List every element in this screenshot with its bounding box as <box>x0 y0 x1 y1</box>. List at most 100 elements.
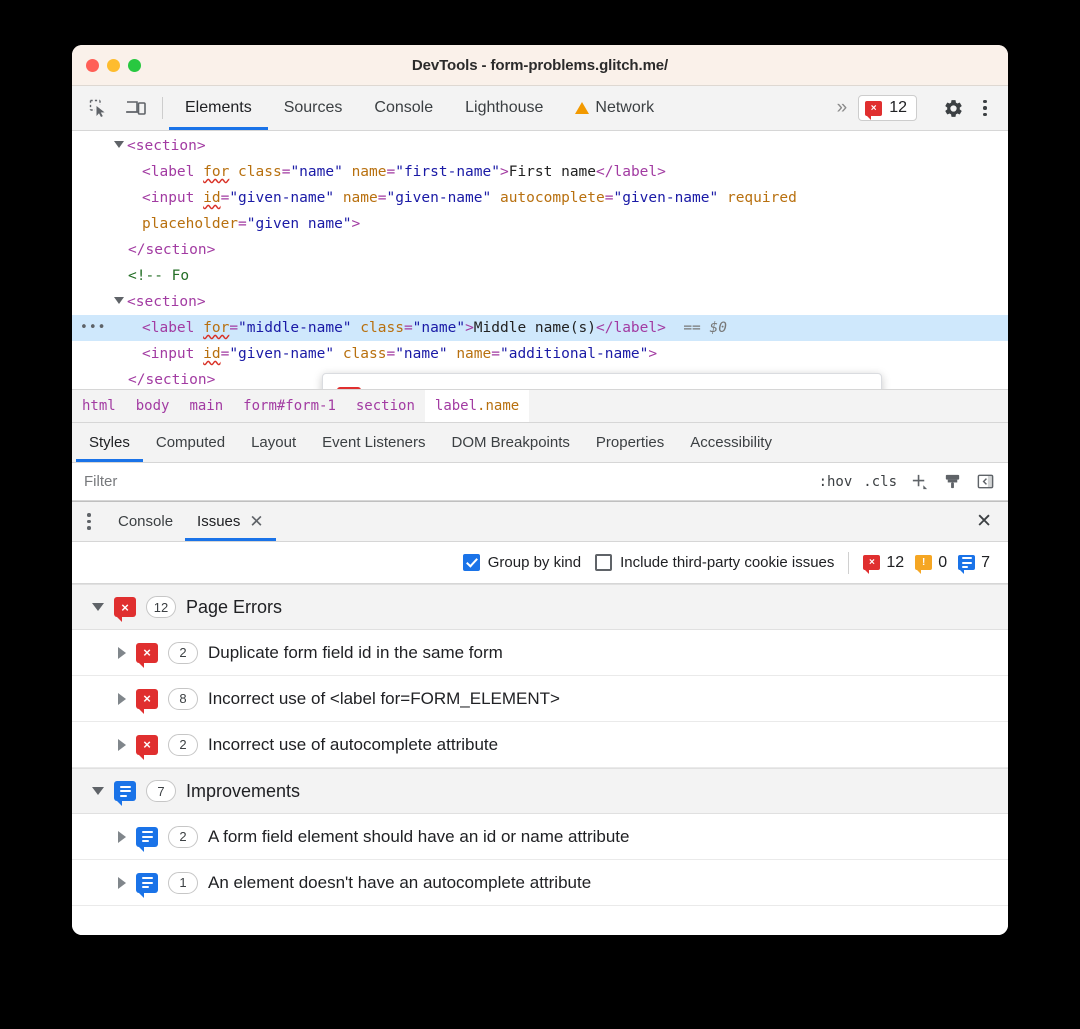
gear-icon[interactable] <box>938 93 968 123</box>
issue-item-form-field-id-or-name[interactable]: 2A form field element should have an id … <box>72 814 1008 860</box>
dom-token-val: "given-name" <box>386 190 491 206</box>
issue-item-missing-autocomplete[interactable]: 1An element doesn't have an autocomplete… <box>72 860 1008 906</box>
close-issues-tab-icon[interactable]: ✕ <box>249 513 263 530</box>
error-bubble-icon-small: × <box>863 555 880 570</box>
tab-console[interactable]: Console <box>358 86 449 130</box>
line-input-given-name[interactable]: <input id="given-name" name="given-name"… <box>72 185 1008 211</box>
line-input-placeholder[interactable]: placeholder="given name"> <box>72 211 1008 237</box>
group-by-kind-label: Group by kind <box>488 554 581 571</box>
tab-elements[interactable]: Elements <box>169 86 268 130</box>
caret-down-icon[interactable] <box>92 603 104 611</box>
tab-properties[interactable]: Properties <box>583 423 677 462</box>
dom-token-attr: class <box>360 320 404 336</box>
dom-token-tag <box>229 164 238 180</box>
plus-icon[interactable] <box>908 471 930 493</box>
tab-styles[interactable]: Styles <box>76 423 143 462</box>
issue-info-lines <box>120 786 131 797</box>
dom-token-tag: <section> <box>127 294 206 310</box>
close-drawer-icon[interactable]: ✕ <box>976 502 1008 541</box>
line-comment[interactable]: <!-- Fo <box>72 263 1008 289</box>
line-section-open-2[interactable]: <section> <box>72 289 1008 315</box>
drawer-kebab-menu-icon[interactable] <box>72 502 106 541</box>
dom-token-tag <box>718 190 727 206</box>
dom-line-more-icon[interactable]: ••• <box>80 315 106 341</box>
dom-token-tag <box>334 346 343 362</box>
styles-filter-input[interactable] <box>72 472 819 491</box>
tab-computed[interactable]: Computed <box>143 423 238 462</box>
line-label-first-name[interactable]: <label for class="name" name="first-name… <box>72 159 1008 185</box>
breadcrumb-item-main[interactable]: main <box>179 390 233 422</box>
dom-token-tag: = <box>491 346 500 362</box>
error-count-badge[interactable]: × 12 <box>858 95 917 121</box>
device-toolbar-icon[interactable] <box>122 94 150 122</box>
more-tabs-icon[interactable]: » <box>827 97 855 119</box>
third-party-cookie-checkbox-box[interactable] <box>595 554 612 571</box>
tab-sources[interactable]: Sources <box>268 86 359 130</box>
drawer-tab-issues[interactable]: Issues ✕ <box>185 502 276 541</box>
tab-network[interactable]: Network <box>559 86 670 130</box>
line-section-close-1[interactable]: </section> <box>72 237 1008 263</box>
caret-down-icon[interactable] <box>114 297 124 304</box>
breadcrumb-item-label-name[interactable]: label.name <box>425 390 529 422</box>
issue-item-incorrect-label-for[interactable]: ×8Incorrect use of <label for=FORM_ELEME… <box>72 676 1008 722</box>
breadcrumb-item-html[interactable]: html <box>72 390 126 422</box>
dom-token-tag: > <box>648 346 657 362</box>
drawer-tab-console[interactable]: Console <box>106 502 185 541</box>
dom-token-tag: = <box>221 346 230 362</box>
tab-event-listeners[interactable]: Event Listeners <box>309 423 438 462</box>
close-window-button[interactable] <box>86 59 99 72</box>
caret-right-icon[interactable] <box>118 831 126 843</box>
breadcrumb-item-form[interactable]: form#form-1 <box>233 390 346 422</box>
issue-tooltip[interactable]: × View issue: Incorrect use of <label fo… <box>322 373 882 389</box>
dom-token-val: "given-name" <box>229 190 334 206</box>
tab-dom-breakpoints[interactable]: DOM Breakpoints <box>439 423 583 462</box>
dom-token-tag: = <box>386 346 395 362</box>
error-glyph: × <box>869 557 875 568</box>
view-issue-link[interactable]: View issue: <box>371 384 447 389</box>
group-by-kind-checkbox[interactable]: Group by kind <box>463 554 581 571</box>
tab-layout[interactable]: Layout <box>238 423 309 462</box>
maximize-window-button[interactable] <box>128 59 141 72</box>
dom-tree[interactable]: <section><label for class="name" name="f… <box>72 131 1008 389</box>
minimize-window-button[interactable] <box>107 59 120 72</box>
issues-toolbar-divider <box>848 552 849 574</box>
tab-network-label: Network <box>595 99 654 117</box>
sidebar-toggle-icon[interactable] <box>974 471 996 493</box>
warning-triangle-icon <box>575 102 589 114</box>
dom-token-tag: > <box>465 320 474 336</box>
window-title: DevTools - form-problems.glitch.me/ <box>72 57 1008 74</box>
tab-lighthouse[interactable]: Lighthouse <box>449 86 559 130</box>
line-label-middle-name[interactable]: •••<label for="middle-name" class="name"… <box>72 315 1008 341</box>
paintbrush-icon[interactable] <box>941 471 963 493</box>
hov-toggle[interactable]: :hov <box>819 474 853 490</box>
breadcrumb-item-body[interactable]: body <box>126 390 180 422</box>
tooltip-error-glyph: × <box>345 384 353 389</box>
line-input-additional-name[interactable]: <input id="given-name" class="name" name… <box>72 341 1008 367</box>
dom-token-dollar: == $0 <box>666 320 727 336</box>
third-party-cookie-checkbox[interactable]: Include third-party cookie issues <box>595 554 834 571</box>
issue-count-pill: 8 <box>168 688 198 710</box>
issue-group-page-errors[interactable]: ×12Page Errors <box>72 584 1008 630</box>
issue-item-incorrect-autocomplete[interactable]: ×2Incorrect use of autocomplete attribut… <box>72 722 1008 768</box>
breadcrumb-item-section[interactable]: section <box>346 390 425 422</box>
group-by-kind-checkbox-box[interactable] <box>463 554 480 571</box>
caret-right-icon[interactable] <box>118 693 126 705</box>
dom-token-tag <box>491 190 500 206</box>
inspect-element-icon[interactable] <box>84 94 112 122</box>
caret-right-icon[interactable] <box>118 877 126 889</box>
issue-group-improvements[interactable]: 7Improvements <box>72 768 1008 814</box>
caret-down-icon[interactable] <box>92 787 104 795</box>
issue-info-lines <box>142 831 153 842</box>
drawer-tab-issues-label: Issues <box>197 513 240 530</box>
cls-toggle[interactable]: .cls <box>863 474 897 490</box>
line-section-open-1[interactable]: <section> <box>72 133 1008 159</box>
styles-filter-tools: :hov .cls <box>819 471 1008 493</box>
issue-item-label: An element doesn't have an autocomplete … <box>208 873 591 893</box>
issue-item-duplicate-form-field-id[interactable]: ×2Duplicate form field id in the same fo… <box>72 630 1008 676</box>
caret-right-icon[interactable] <box>118 647 126 659</box>
tab-accessibility[interactable]: Accessibility <box>677 423 785 462</box>
kebab-menu-icon[interactable] <box>972 93 998 123</box>
caret-down-icon[interactable] <box>114 141 124 148</box>
caret-right-icon[interactable] <box>118 739 126 751</box>
dom-token-tag: = <box>404 320 413 336</box>
